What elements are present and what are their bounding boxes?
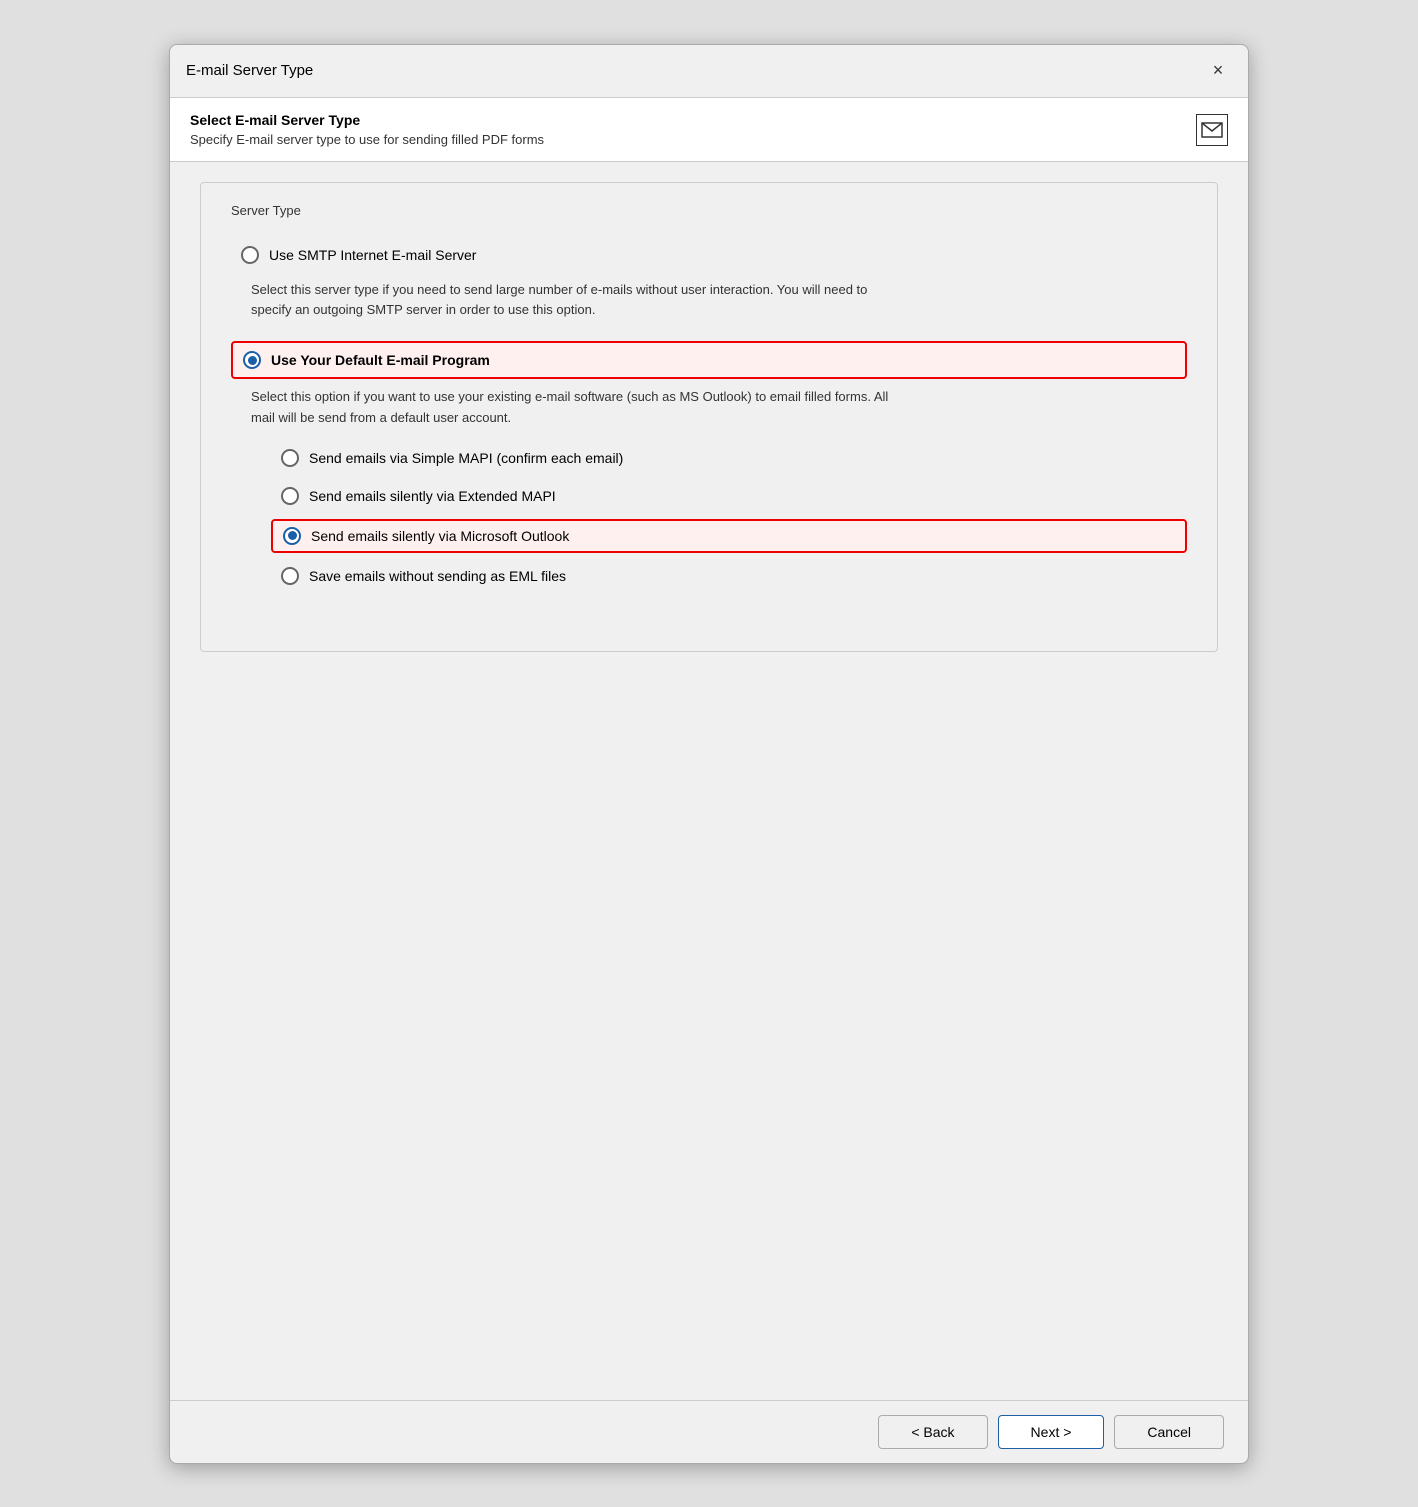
simple-mapi-label: Send emails via Simple MAPI (confirm eac… (309, 450, 623, 466)
group-label: Server Type (231, 203, 1187, 218)
smtp-option-block: Use SMTP Internet E-mail Server Select t… (231, 238, 1187, 322)
server-type-group: Server Type Use SMTP Internet E-mail Ser… (200, 182, 1218, 652)
footer: < Back Next > Cancel (170, 1400, 1248, 1463)
extended-mapi-row[interactable]: Send emails silently via Extended MAPI (271, 481, 1187, 511)
ms-outlook-radio[interactable] (283, 527, 301, 545)
cancel-button[interactable]: Cancel (1114, 1415, 1224, 1449)
header-section: Select E-mail Server Type Specify E-mail… (170, 98, 1248, 162)
smtp-radio[interactable] (241, 246, 259, 264)
header-text: Select E-mail Server Type Specify E-mail… (190, 112, 544, 147)
header-heading: Select E-mail Server Type (190, 112, 544, 128)
eml-label: Save emails without sending as EML files (309, 568, 566, 584)
ms-outlook-label: Send emails silently via Microsoft Outlo… (311, 528, 569, 544)
content-area: Server Type Use SMTP Internet E-mail Ser… (170, 162, 1248, 1400)
default-description: Select this option if you want to use yo… (251, 387, 891, 429)
default-option-block: Use Your Default E-mail Program Select t… (231, 341, 1187, 591)
default-radio[interactable] (243, 351, 261, 369)
dialog-title: E-mail Server Type (186, 62, 313, 79)
simple-mapi-row[interactable]: Send emails via Simple MAPI (confirm eac… (271, 443, 1187, 473)
eml-radio[interactable] (281, 567, 299, 585)
title-bar: E-mail Server Type × (170, 45, 1248, 98)
email-server-type-dialog: E-mail Server Type × Select E-mail Serve… (169, 44, 1249, 1464)
ms-outlook-row[interactable]: Send emails silently via Microsoft Outlo… (271, 519, 1187, 553)
default-label: Use Your Default E-mail Program (271, 352, 490, 368)
smtp-label: Use SMTP Internet E-mail Server (269, 247, 476, 263)
sub-options: Send emails via Simple MAPI (confirm eac… (271, 443, 1187, 591)
back-button[interactable]: < Back (878, 1415, 987, 1449)
simple-mapi-radio[interactable] (281, 449, 299, 467)
smtp-radio-row[interactable]: Use SMTP Internet E-mail Server (231, 238, 1187, 272)
default-radio-row[interactable]: Use Your Default E-mail Program (231, 341, 1187, 379)
extended-mapi-label: Send emails silently via Extended MAPI (309, 488, 556, 504)
mail-icon (1196, 114, 1228, 146)
smtp-description: Select this server type if you need to s… (251, 280, 891, 322)
eml-row[interactable]: Save emails without sending as EML files (271, 561, 1187, 591)
close-button[interactable]: × (1204, 57, 1232, 85)
extended-mapi-radio[interactable] (281, 487, 299, 505)
next-button[interactable]: Next > (998, 1415, 1105, 1449)
header-subheading: Specify E-mail server type to use for se… (190, 132, 544, 147)
